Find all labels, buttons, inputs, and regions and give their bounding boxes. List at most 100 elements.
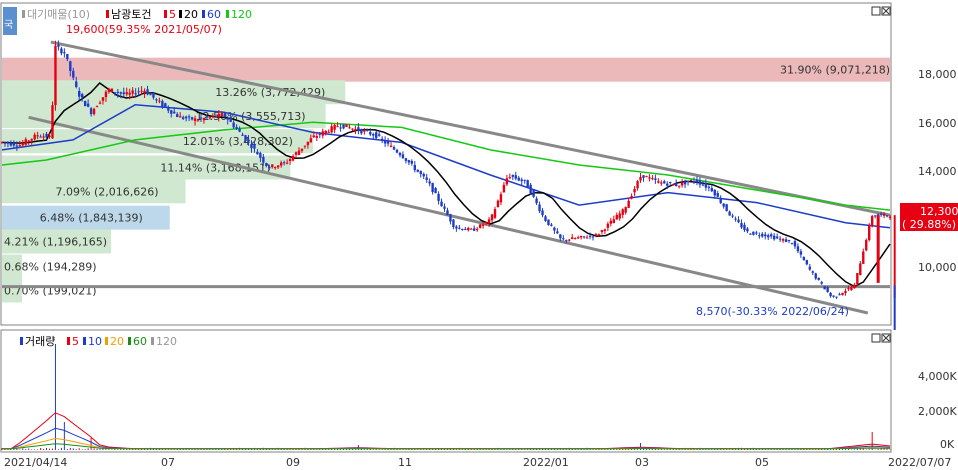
candle-body — [535, 198, 538, 204]
candle-body — [484, 221, 488, 224]
candle-body — [603, 229, 607, 232]
candle-body — [775, 236, 779, 239]
candle-body — [78, 90, 81, 97]
maximize-icon[interactable] — [871, 333, 881, 343]
candle-body — [805, 260, 809, 265]
candle-body — [544, 216, 547, 221]
candle-body — [27, 140, 30, 142]
candle-body — [853, 284, 856, 289]
candle-body — [134, 93, 137, 95]
candle-body — [57, 44, 60, 47]
candle-body — [33, 134, 36, 140]
candle-body — [395, 149, 399, 153]
candle-body — [615, 214, 618, 220]
candle-body — [496, 200, 500, 208]
candle-body — [167, 107, 170, 111]
volume-profile-label: 4.21% (1,196,165) — [4, 235, 107, 248]
maximize-icon[interactable] — [871, 6, 881, 16]
candle-body — [568, 239, 571, 241]
candle-body — [122, 92, 125, 95]
candle-body — [354, 129, 357, 131]
candle-body — [104, 91, 108, 98]
candle-body — [487, 219, 491, 224]
candle-body — [868, 225, 871, 240]
candle-body — [39, 136, 42, 138]
candle-body — [865, 240, 868, 251]
candle-body — [609, 220, 613, 224]
candle-body — [654, 178, 657, 180]
candle-body — [850, 287, 853, 291]
candle-body — [143, 90, 146, 93]
x-tick: 03 — [635, 456, 649, 469]
candle-body — [829, 292, 832, 297]
candle-body — [505, 178, 509, 185]
candle-body — [621, 209, 624, 215]
candle-body — [793, 241, 797, 247]
candle-body — [226, 117, 229, 120]
current-price: 12,300 — [920, 205, 958, 218]
candle-body — [431, 183, 434, 192]
candle-body — [529, 184, 532, 194]
candle-body — [30, 138, 33, 141]
candle-body — [618, 213, 621, 219]
candle-body — [12, 142, 16, 146]
candle-body — [600, 230, 604, 233]
candle-body — [737, 219, 740, 223]
candle-body — [357, 127, 360, 132]
candle-body — [636, 181, 639, 189]
candle-body — [250, 144, 253, 149]
volume-tick: 2,000K — [918, 405, 957, 418]
candle-body — [253, 144, 256, 149]
candle-body — [698, 180, 702, 185]
candle-body — [131, 90, 134, 94]
candle-body — [493, 209, 497, 218]
volume-legend-prefix: 거래량 — [25, 335, 55, 348]
candle-body — [579, 235, 583, 238]
candle-body — [740, 222, 743, 228]
candle-body — [211, 115, 215, 117]
candle-body — [859, 263, 862, 276]
candle-body — [648, 177, 651, 179]
candle-body — [576, 237, 580, 239]
candle-body — [72, 70, 75, 78]
candle-body — [704, 183, 708, 188]
candle-body — [499, 194, 503, 203]
volume-profile-label: 6.48% (1,843,139) — [40, 212, 143, 225]
candle-body — [490, 214, 494, 221]
candle-body — [695, 179, 699, 183]
candle-body — [265, 163, 268, 166]
candle-body — [375, 132, 378, 139]
candle-body — [327, 131, 330, 133]
candle-body — [60, 48, 63, 54]
volume-ma-10: 10 — [88, 335, 102, 348]
x-tick: 07 — [161, 456, 175, 469]
candle-body — [300, 148, 304, 151]
candle-body — [722, 203, 725, 207]
candle-body — [6, 142, 10, 144]
candle-body — [856, 273, 859, 285]
volume-ma-20: 20 — [110, 335, 124, 348]
candle-body — [369, 131, 372, 135]
candle-body — [18, 145, 22, 147]
candle-body — [86, 103, 90, 107]
candle-body — [683, 181, 687, 185]
candle-body — [268, 166, 271, 169]
candle-body — [155, 99, 158, 101]
candle-body — [223, 113, 226, 117]
candle-body — [588, 235, 592, 237]
candle-body — [591, 236, 595, 238]
candle-body — [321, 131, 324, 136]
candle-body — [63, 52, 66, 54]
candle-body — [642, 175, 645, 178]
candle-body — [229, 117, 232, 122]
candle-body — [274, 167, 277, 169]
candle-body — [110, 88, 114, 93]
candle-body — [107, 89, 111, 92]
candle-body — [389, 145, 393, 147]
candle-body — [790, 243, 794, 245]
legend-ma-5: 5 — [169, 8, 176, 21]
volume-profile-label: 31.90% (9,071,218) — [780, 64, 890, 77]
candle-body — [140, 90, 143, 92]
candle-body — [232, 122, 235, 128]
candle-body — [173, 111, 176, 114]
